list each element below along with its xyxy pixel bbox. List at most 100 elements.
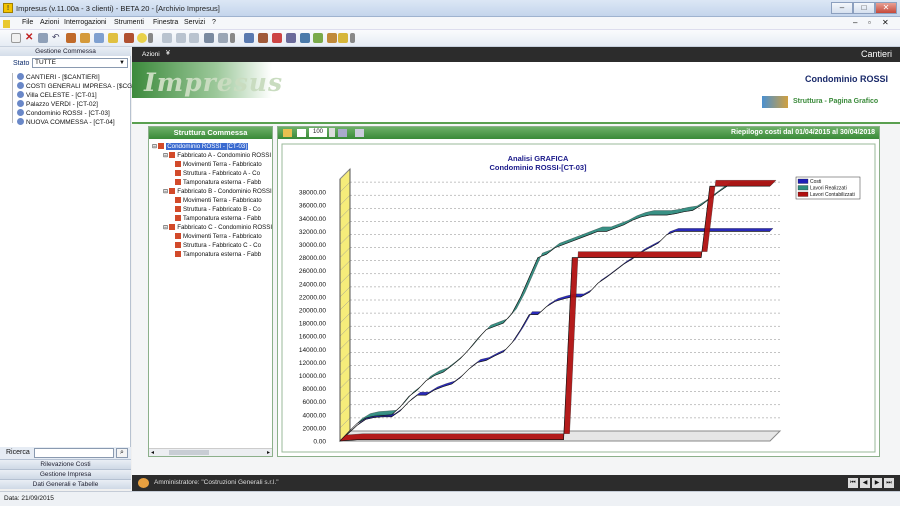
list-item[interactable]: Condominio ROSSI - [CT-03]	[17, 109, 110, 117]
grid-toggle-icon[interactable]	[283, 129, 292, 137]
tree-node[interactable]: Struttura - Fabbricato A - Co	[174, 170, 260, 177]
scroll-right-icon[interactable]: ▸	[267, 449, 270, 456]
menu-finestra[interactable]: Finestra	[153, 19, 178, 26]
expand-icon[interactable]: ⊟	[163, 188, 168, 195]
new-icon[interactable]	[11, 33, 21, 43]
fork-icon[interactable]	[313, 33, 323, 43]
list-item[interactable]: Villa CELESTE - [CT-01]	[17, 91, 97, 99]
first-icon[interactable]: ⏮	[848, 478, 858, 488]
menu-strumenti[interactable]: Strumenti	[114, 19, 144, 26]
calc-icon[interactable]	[218, 33, 228, 43]
grid-icon[interactable]	[204, 33, 214, 43]
y-tick-label: 28000.00	[299, 255, 326, 262]
menu-servizi[interactable]: Servizi	[184, 19, 205, 26]
zoom-input[interactable]: 100	[309, 128, 327, 137]
tree-node[interactable]: Tamponatura esterna - Fabb	[174, 251, 261, 258]
prev-icon[interactable]: ◀	[860, 478, 870, 488]
y-tick-label: 14000.00	[299, 347, 326, 354]
inner-restore-button[interactable]: ▫	[868, 18, 871, 27]
tree-node[interactable]: Movimenti Terra - Fabbricato	[174, 233, 262, 240]
y-tick-label: 38000.00	[299, 190, 326, 197]
last-icon[interactable]: ⏭	[884, 478, 894, 488]
tree-node[interactable]: ⊟ Condominio ROSSI - [CT-03]	[152, 143, 248, 150]
chevron-down-icon[interactable]: ▼	[118, 59, 126, 67]
maximize-button[interactable]: □	[853, 2, 875, 14]
y-tick-label: 34000.00	[299, 216, 326, 223]
expand-icon[interactable]: ⊟	[163, 152, 168, 159]
nav-rilevazione-costi[interactable]: Rilevazione Costi	[0, 459, 131, 469]
next-icon[interactable]	[189, 33, 199, 43]
users-icon[interactable]	[66, 33, 76, 43]
nav-dati-generali[interactable]: Dati Generali e Tabelle	[0, 479, 131, 489]
next-icon[interactable]: ▶	[872, 478, 882, 488]
dropdown2-icon[interactable]	[230, 33, 235, 43]
tree-node[interactable]: Tamponatura esterna - Fabb	[174, 215, 261, 222]
legend-swatch	[797, 191, 809, 197]
list-item[interactable]: COSTI GENERALI IMPRESA - [$CGI]	[17, 82, 136, 90]
tree-node[interactable]: Struttura - Fabbricato C - Co	[174, 242, 261, 249]
minimize-button[interactable]: –	[831, 2, 853, 14]
menu-file[interactable]: File	[22, 19, 33, 26]
dropdown-icon[interactable]	[148, 33, 153, 43]
ricerca-input[interactable]	[34, 448, 114, 458]
expand-icon[interactable]: ⊟	[152, 143, 157, 150]
menu-interrogazioni[interactable]: Interrogazioni	[64, 19, 106, 26]
tree-node[interactable]: Struttura - Fabbricato B - Co	[174, 206, 261, 213]
tree-node[interactable]: ⊟ Fabbricato C - Condominio ROSSI	[163, 224, 272, 231]
close-button[interactable]: ✕	[875, 2, 897, 14]
save-icon[interactable]	[38, 33, 48, 43]
expand-icon[interactable]: ⊟	[163, 224, 168, 231]
stato-select[interactable]: TUTTE ▼	[32, 58, 128, 68]
stats-icon[interactable]	[124, 33, 134, 43]
worker-icon[interactable]	[272, 33, 282, 43]
tree-node[interactable]: ⊟ Fabbricato B - Condominio ROSSI	[163, 188, 272, 195]
node-icon	[175, 161, 181, 167]
list-item[interactable]: Palazzo VERDI - [CT-02]	[17, 100, 98, 108]
chart-icon[interactable]	[300, 33, 310, 43]
tools-icon[interactable]	[80, 33, 90, 43]
tree-node[interactable]: Movimenti Terra - Fabbricato	[174, 161, 262, 168]
prev-icon[interactable]	[176, 33, 186, 43]
folder-icon[interactable]	[108, 33, 118, 43]
y-tick-label: 20000.00	[299, 308, 326, 315]
list-item-label: Palazzo VERDI - [CT-02]	[26, 101, 98, 108]
truck-icon[interactable]	[244, 33, 254, 43]
chart-subtitle: Condominio ROSSI-[CT-03]	[489, 163, 587, 172]
inner-minimize-button[interactable]: –	[853, 18, 857, 27]
delete-icon[interactable]: ✕	[25, 33, 35, 43]
list-item[interactable]: NUOVA COMMESSA - [CT-04]	[17, 118, 115, 126]
scroll-thumb[interactable]	[169, 450, 209, 455]
tree-node[interactable]: Tamponatura esterna - Fabb	[174, 179, 261, 186]
undo-icon[interactable]: ↶	[52, 33, 62, 43]
print-icon[interactable]	[355, 129, 364, 137]
zoom-spinner[interactable]	[329, 128, 335, 137]
binoculars-icon[interactable]: ⌕	[116, 448, 128, 458]
scroll-left-icon[interactable]: ◂	[151, 449, 154, 456]
tree-scrollbar[interactable]: ◂ ▸	[149, 448, 272, 456]
gear-icon[interactable]	[327, 33, 337, 43]
dropdown3-icon[interactable]	[350, 33, 355, 43]
menu-azioni[interactable]: Azioni	[40, 19, 59, 26]
menu-help[interactable]: ?	[212, 19, 216, 26]
copy-icon[interactable]	[94, 33, 104, 43]
nav-gestione-impresa[interactable]: Gestione Impresa	[0, 469, 131, 479]
crane-icon[interactable]	[258, 33, 268, 43]
node-icon	[175, 251, 181, 257]
azioni-toggle-icon[interactable]: ¥	[166, 50, 170, 57]
legend-swatch	[797, 178, 809, 184]
list-item-label: NUOVA COMMESSA - [CT-04]	[26, 119, 115, 126]
node-icon	[175, 215, 181, 221]
tree-node[interactable]: Movimenti Terra - Fabbricato	[174, 197, 262, 204]
app-icon: !	[3, 3, 13, 13]
zoom-icon[interactable]	[338, 129, 347, 137]
fit-icon[interactable]	[297, 129, 306, 137]
hammer-icon[interactable]	[286, 33, 296, 43]
key-icon[interactable]	[338, 33, 348, 43]
y-tick-label: 8000.00	[303, 386, 327, 393]
tree-node[interactable]: ⊟ Fabbricato A - Condominio ROSSI	[163, 152, 271, 159]
print-icon[interactable]	[162, 33, 172, 43]
azioni-label[interactable]: Azioni	[142, 51, 160, 58]
inner-close-button[interactable]: ✕	[882, 18, 889, 27]
list-item[interactable]: CANTIERI - [$CANTIERI]	[17, 73, 100, 81]
help-icon[interactable]	[137, 33, 147, 43]
